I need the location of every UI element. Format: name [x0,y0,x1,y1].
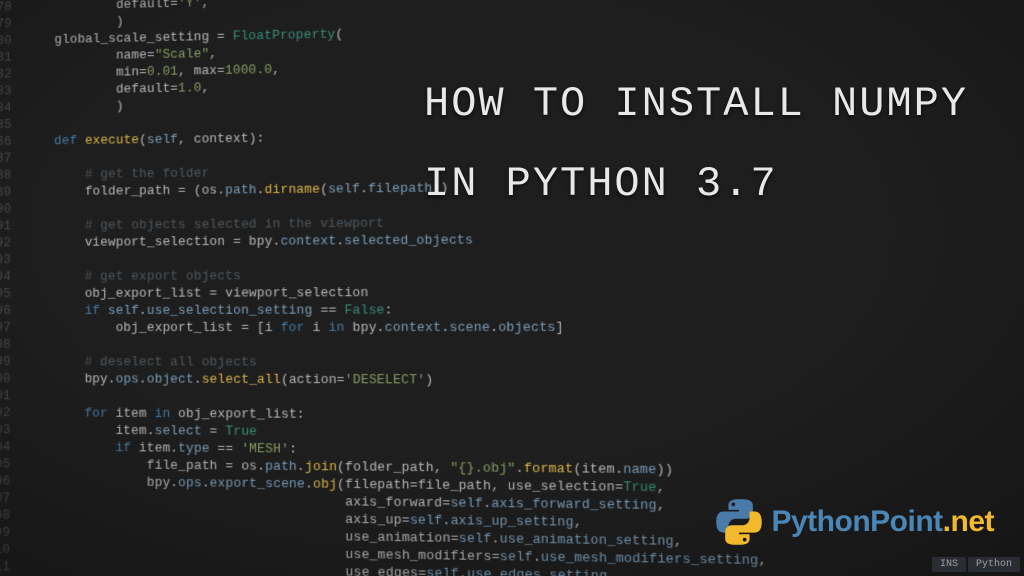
code-content [23,201,31,218]
code-content [23,388,31,405]
line-number: 190 [0,201,23,218]
line-number: 178 [0,0,24,17]
line-number: 196 [0,303,23,320]
code-content: # get export objects [23,268,241,286]
line-number: 197 [0,320,23,337]
code-content: if item.type == 'MESH': [23,439,298,458]
line-number: 203 [0,422,23,439]
line-number: 192 [0,235,23,252]
code-content: folder_path = (os.path.dirname(self.file… [23,180,448,201]
line-number: 179 [0,16,24,34]
line-number: 201 [0,388,23,405]
code-content: bpy.ops.object.select_all(action='DESELE… [23,371,434,390]
code-line: 195 obj_export_list = viewport_selection [0,282,1024,303]
line-number: 182 [0,66,24,83]
code-content: obj_export_list = [i for i in bpy.contex… [23,320,564,338]
line-number: 204 [0,439,23,456]
line-number: 200 [0,371,23,388]
status-lang: Python [968,557,1020,572]
line-number: 187 [0,151,23,168]
line-number: 186 [0,134,24,151]
line-number: 207 [0,490,22,508]
line-number: 198 [0,337,23,354]
line-number: 205 [0,456,23,473]
code-content: def execute(self, context): [23,131,264,151]
code-content [23,337,31,354]
code-content: for item in obj_export_list: [23,405,305,424]
code-line: 198 [0,337,1024,356]
line-number: 181 [0,49,24,66]
line-number: 202 [0,405,23,422]
code-content [24,117,32,134]
code-content: default=1.0, [24,80,210,100]
headline-title: HOW TO INSTALL NUMPY IN PYTHON 3.7 [424,65,984,225]
line-number: 191 [0,218,23,235]
code-line: 196 if self.use_selection_setting == Fal… [0,301,1024,320]
code-content: viewport_selection = bpy.context.selecte… [23,232,473,252]
line-number: 208 [0,507,22,525]
code-content [23,150,31,167]
line-number: 211 [0,559,22,576]
line-number: 185 [0,117,24,134]
line-number: 183 [0,83,24,100]
code-content: ) [24,98,124,116]
code-content: if self.use_selection_setting == False: [23,302,393,320]
code-content: obj_export_list = viewport_selection [23,285,368,303]
status-ins: INS [932,557,966,572]
code-content: item.select = True [23,422,258,441]
code-line: 197 obj_export_list = [i for i in bpy.co… [0,319,1024,337]
line-number: 193 [0,252,23,269]
brand-name: PythonPoint.net [771,505,994,539]
line-number: 180 [0,33,24,50]
line-number: 189 [0,184,23,201]
code-content: # get the folder [23,165,209,184]
code-content [23,252,31,269]
line-number: 188 [0,167,23,184]
python-icon [713,496,765,548]
status-bar: INS Python [932,557,1020,572]
code-content: # deselect all objects [23,354,257,372]
line-number: 209 [0,524,22,542]
code-content: ) [24,14,124,33]
line-number: 206 [0,473,22,490]
line-number: 210 [0,542,22,560]
line-number: 184 [0,100,24,117]
brand-logo: PythonPoint.net [713,496,994,548]
line-number: 199 [0,354,23,371]
line-number: 194 [0,269,23,286]
line-number: 195 [0,286,23,303]
